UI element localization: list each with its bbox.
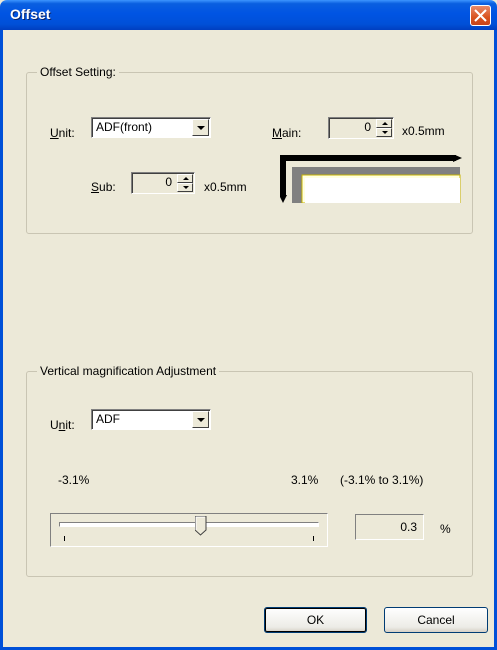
ok-button[interactable]: OK [264, 607, 367, 633]
range-label: (-3.1% to 3.1%) [340, 473, 424, 487]
main-unit-label: x0.5mm [402, 124, 445, 138]
offset-unit-value: ADF(front) [96, 120, 153, 134]
main-label: Main: [272, 126, 302, 140]
main-offset-up-button[interactable] [376, 119, 392, 128]
chevron-down-icon[interactable] [192, 119, 209, 136]
magnification-value-field: 0.3 [355, 514, 424, 540]
sub-offset-stepper[interactable]: 0 [131, 172, 195, 194]
vertical-adjustment-label: Vertical magnification Adjustment [37, 364, 220, 378]
slider-tick-min [64, 536, 65, 541]
offset-unit-label: Unit: [50, 126, 75, 140]
sub-offset-value: 0 [165, 175, 172, 189]
cancel-button[interactable]: Cancel [384, 607, 488, 633]
sub-label: Sub: [91, 180, 116, 194]
close-icon [474, 9, 487, 22]
percent-sign: % [440, 522, 451, 536]
main-offset-value: 0 [364, 120, 371, 134]
main-offset-down-button[interactable] [376, 128, 392, 137]
title-bar: Offset [0, 0, 497, 30]
close-button[interactable] [470, 5, 491, 26]
slider-tick-max [313, 536, 314, 541]
slider-track [59, 522, 319, 527]
offset-setting-group: Offset Setting: [26, 65, 473, 234]
sub-unit-label: x0.5mm [204, 180, 247, 194]
vertical-unit-value: ADF [96, 412, 120, 426]
magnification-slider[interactable] [50, 513, 328, 547]
window-title: Offset [10, 6, 51, 22]
main-offset-stepper[interactable]: 0 [328, 117, 394, 139]
offset-unit-select[interactable]: ADF(front) [91, 117, 211, 138]
slider-thumb[interactable] [194, 516, 207, 536]
max-percent-label: 3.1% [291, 473, 319, 487]
vertical-unit-select[interactable]: ADF [91, 409, 211, 430]
sub-offset-down-button[interactable] [177, 183, 193, 192]
min-percent-label: -3.1% [58, 473, 90, 487]
sub-offset-up-button[interactable] [177, 174, 193, 183]
magnification-value: 0.3 [400, 520, 417, 534]
offset-setting-label: Offset Setting: [37, 65, 119, 79]
chevron-down-icon[interactable] [192, 411, 209, 428]
vertical-unit-label: Unit: [50, 418, 75, 432]
offset-preview-diagram [280, 155, 462, 203]
